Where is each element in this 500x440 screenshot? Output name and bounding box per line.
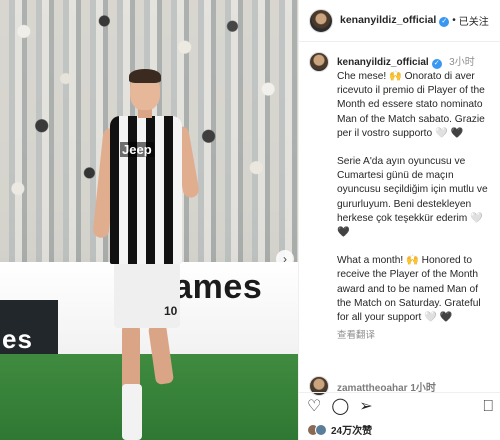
football-player: 10 Jeep — [92, 69, 201, 440]
following-status-button[interactable]: 已关注 — [459, 13, 489, 28]
author-username[interactable]: kenanyildiz_official ✓ — [340, 14, 450, 27]
carousel-next-button[interactable]: › — [276, 250, 294, 268]
player-jersey — [110, 116, 182, 264]
caption-body: kenanyildiz_official ✓ 3小时 Che mese! 🙌 On… — [337, 52, 493, 341]
player-hair — [129, 69, 161, 83]
board-dark-text: es — [2, 324, 33, 354]
post-caption: kenanyildiz_official ✓ 3小时 Che mese! 🙌 On… — [299, 52, 500, 341]
post-sidebar: kenanyildiz_official ✓ • 已关注 kenanyildiz_… — [298, 0, 500, 440]
caption-avatar[interactable] — [309, 52, 329, 72]
caption-paragraph-italian: Che mese! 🙌 Onorato di aver ricevuto il … — [337, 71, 485, 139]
caption-paragraph-english: What a month! 🙌 Honored to receive the P… — [337, 255, 481, 324]
jersey-number: 10 — [164, 304, 178, 318]
caption-paragraph-turkish: Serie A'da ayın oyuncusu ve Cumartesi gü… — [337, 156, 488, 239]
share-paper-plane-icon[interactable]: ➢ — [359, 398, 372, 415]
like-heart-icon[interactable]: ♡ — [307, 398, 321, 415]
likes-row[interactable]: 24万次赞 — [307, 422, 372, 437]
post-photo[interactable]: es games 10 Jeep › — [0, 0, 298, 440]
post-header: kenanyildiz_official ✓ • 已关注 — [299, 0, 500, 42]
caption-verified-icon: ✓ — [431, 59, 442, 69]
jersey-sponsor: Jeep — [120, 142, 154, 157]
author-username-text[interactable]: kenanyildiz_official — [340, 14, 436, 26]
verified-badge-icon: ✓ — [439, 17, 450, 27]
player-leg-right — [147, 323, 175, 385]
liker-avatar — [315, 423, 327, 436]
caption-row: kenanyildiz_official ✓ 3小时 Che mese! 🙌 On… — [309, 52, 493, 341]
header-separator: • — [452, 15, 456, 26]
caption-timestamp[interactable]: 3小时 — [449, 57, 475, 68]
save-bookmark-icon[interactable]: ⎕ — [483, 398, 493, 415]
comment-bubble-icon[interactable]: ◯ — [331, 398, 349, 415]
action-bar: ♡ ◯ ➢ ⎕ — [299, 392, 500, 420]
player-shorts — [114, 262, 180, 328]
advertising-board-left: es — [0, 300, 58, 354]
likes-count[interactable]: 24万次赞 — [331, 422, 372, 437]
player-sock — [122, 384, 142, 440]
see-translation-link[interactable]: 查看翻译 — [337, 327, 493, 341]
author-avatar[interactable] — [309, 8, 333, 33]
caption-username[interactable]: kenanyildiz_official — [337, 57, 429, 68]
